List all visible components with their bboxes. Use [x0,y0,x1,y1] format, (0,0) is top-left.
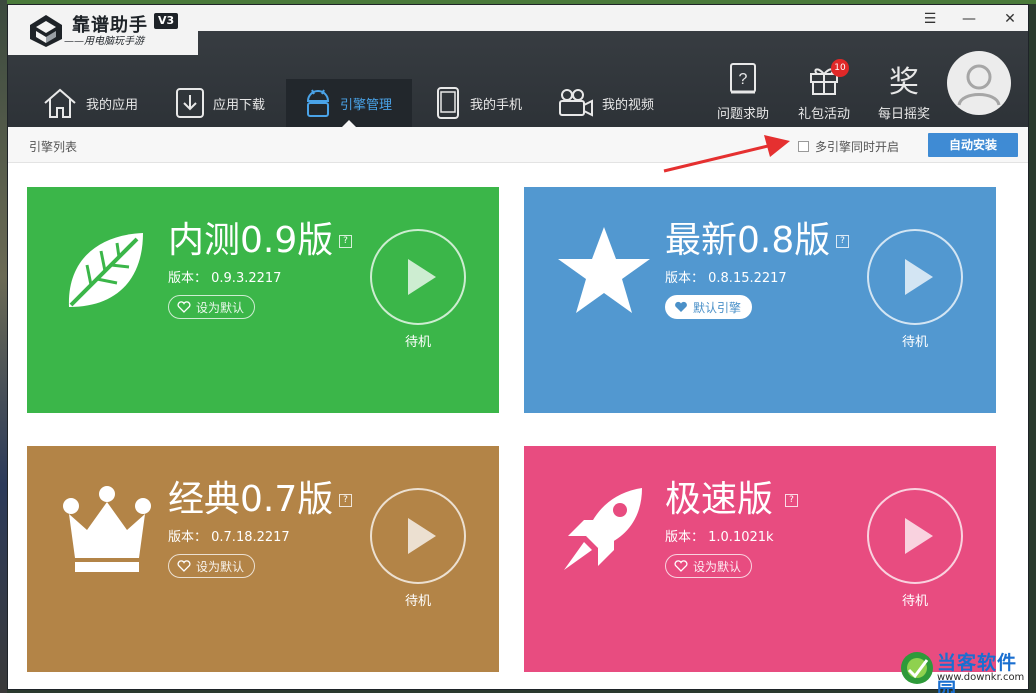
nav-label: 我的视频 [602,97,655,113]
leaf-icon [68,233,143,307]
set-default-label: 设为默认 [693,559,742,574]
engine-card-beta: 内测0.9版 ? 版本： 0.9.3.2217 设为默认 待机 [27,187,499,413]
nav-my-apps[interactable]: 我的应用 [42,79,172,127]
play-icon [408,259,436,295]
video-camera-icon [559,89,593,117]
watermark-text: 当客软件园 [937,652,1018,693]
minimize-button[interactable]: — [957,9,981,29]
gift-count-badge: 10 [831,59,849,77]
star-icon [558,227,650,313]
set-default-button[interactable]: 设为默认 [168,295,256,319]
menu-button[interactable]: ☰ [918,9,942,29]
app-window: 靠谱助手 ——用电脑玩手游 V3 ☰ — ✕ 我的应用 应用下载 引擎管理 我的… [7,4,1029,690]
engine-name: 极速版 [665,479,774,520]
nav-app-download[interactable]: 应用下载 [175,79,287,127]
engine-version: 版本： 0.9.3.2217 [168,271,282,286]
watermark: 当客软件园 www.downkr.com [897,648,1032,693]
engine-version: 版本： 0.8.15.2217 [665,271,787,286]
engine-name: 最新0.8版 [665,220,831,261]
play-button[interactable] [867,229,963,325]
engine-status: 待机 [901,335,928,350]
engine-version: 版本： 1.0.1021k [665,530,774,545]
engine-version: 版本： 0.7.18.2217 [168,530,290,545]
play-button[interactable] [370,229,466,325]
download-icon [176,88,204,118]
lottery-label: 每日摇奖 [877,107,930,122]
desktop-background-left [0,0,7,693]
play-button[interactable] [867,488,963,584]
play-icon [408,518,436,554]
engine-status: 待机 [901,594,928,609]
engine-name: 内测0.9版 [168,220,334,261]
gift-tool[interactable]: 10 礼包活动 [789,59,859,127]
home-icon [44,88,76,118]
gift-label: 礼包活动 [797,107,850,122]
watermark-url: www.downkr.com [937,672,1025,683]
set-default-label: 设为默认 [196,300,245,315]
nav-label: 我的手机 [470,97,523,113]
auto-install-button[interactable]: 自动安装 [928,133,1018,157]
engine-name: 经典0.7版 [168,479,334,520]
svg-text:?: ? [739,71,748,88]
play-button[interactable] [370,488,466,584]
nav-my-videos[interactable]: 我的视频 [558,79,678,127]
heart-outline-icon [674,560,688,572]
engine-status: 待机 [404,594,431,609]
engine-list-bar: 引擎列表 多引擎同时开启 自动安装 [8,127,1028,163]
engine-list-title: 引擎列表 [29,140,78,154]
android-icon [306,89,330,117]
default-engine-badge[interactable]: 默认引擎 [665,295,753,319]
help-icon[interactable]: ? [339,494,352,507]
help-icon[interactable]: ? [339,235,352,248]
help-icon[interactable]: ? [785,494,798,507]
close-button[interactable]: ✕ [998,9,1022,29]
play-icon [905,518,933,554]
user-avatar[interactable] [947,51,1011,115]
user-icon [957,64,1001,106]
set-default-label: 设为默认 [196,559,245,574]
nav-label: 应用下载 [213,97,266,113]
header: 靠谱助手 ——用电脑玩手游 V3 ☰ — ✕ 我的应用 应用下载 引擎管理 我的… [8,5,1028,127]
set-default-button[interactable]: 设为默认 [168,554,256,578]
nav-label: 我的应用 [86,97,139,113]
lottery-tool[interactable]: 奖 每日摇奖 [869,61,939,127]
help-icon: ? [730,63,756,94]
rocket-icon [564,488,642,570]
help-tool[interactable]: ? 问题求助 [708,61,778,127]
multi-engine-label: 多引擎同时开启 [815,140,900,154]
phone-icon [437,87,459,119]
engine-card-turbo: 极速版 ? 版本： 1.0.1021k 设为默认 待机 [524,446,996,672]
engine-status: 待机 [404,335,431,350]
lottery-icon: 奖 [889,65,919,100]
help-icon[interactable]: ? [836,235,849,248]
watermark-logo-icon [901,652,933,684]
engine-card-classic: 经典0.7版 ? 版本： 0.7.18.2217 设为默认 待机 [27,446,499,672]
nav-my-phone[interactable]: 我的手机 [434,79,544,127]
default-engine-label: 默认引擎 [693,300,742,315]
help-label: 问题求助 [716,107,769,122]
heart-outline-icon [177,301,191,313]
nav-label: 引擎管理 [340,97,393,113]
heart-filled-icon [675,301,687,312]
play-icon [905,259,933,295]
version-badge: V3 [154,13,179,29]
nav-engine-management[interactable]: 引擎管理 [286,79,412,127]
heart-outline-icon [177,560,191,572]
multi-engine-checkbox[interactable]: 多引擎同时开启 [798,138,899,155]
app-logo-icon [30,15,62,47]
app-subtitle: ——用电脑玩手游 [64,36,144,47]
set-default-button[interactable]: 设为默认 [665,554,753,578]
red-arrow-annotation [663,135,790,173]
engine-card-latest: 最新0.8版 ? 版本： 0.8.15.2217 默认引擎 待机 [524,187,996,413]
crown-icon [63,486,151,572]
